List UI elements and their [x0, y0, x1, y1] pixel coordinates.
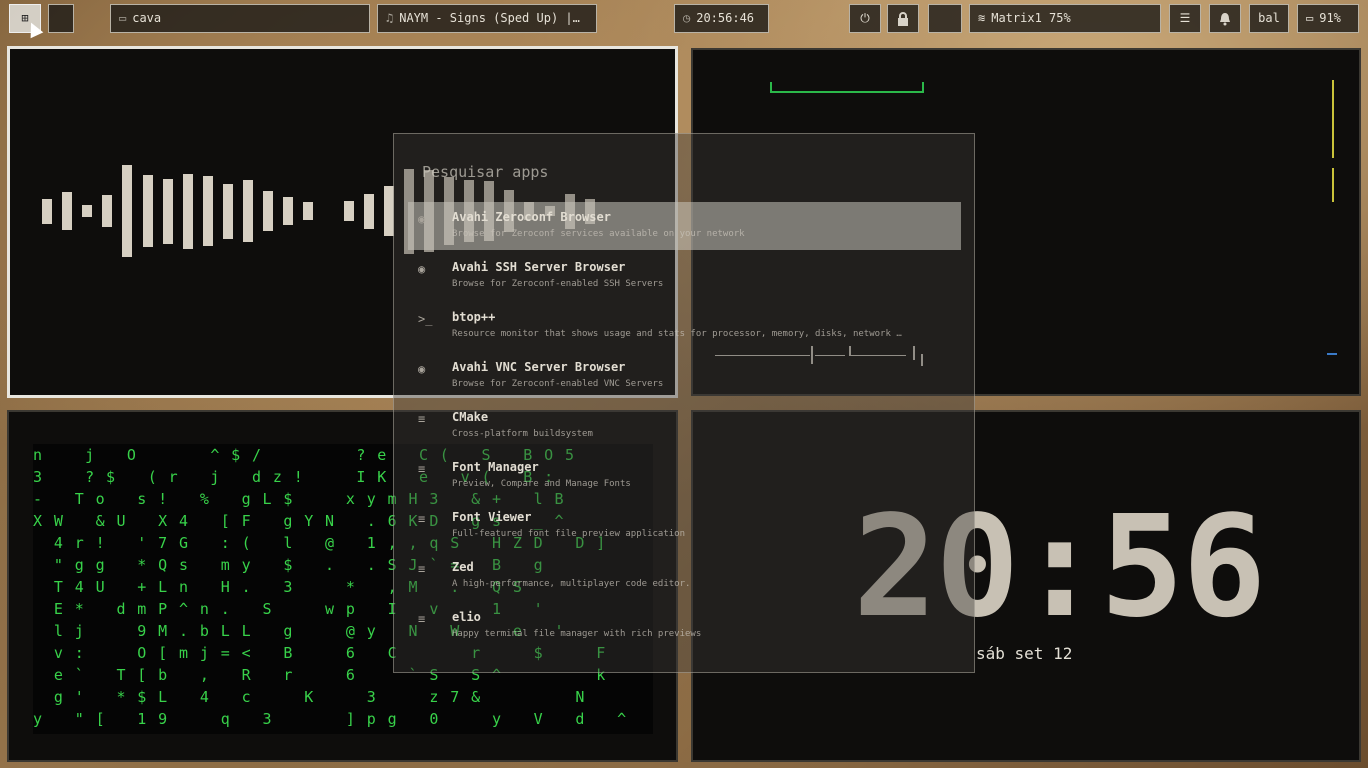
clock-module[interactable]: ◷ 20:56:46 [674, 4, 769, 33]
cava-bar [283, 197, 294, 225]
app-description: Browse for Zeroconf-enabled SSH Servers [452, 279, 664, 289]
battery-module[interactable]: ▭ 91% [1297, 4, 1359, 33]
notifications-button[interactable] [1209, 4, 1241, 33]
list-icon: ≡ [418, 612, 426, 626]
app-description: Browse for Zeroconf-enabled VNC Servers [452, 379, 664, 389]
app-item[interactable]: ◉ Avahi SSH Server Browser Browse for Zero… [408, 252, 961, 300]
cava-bar [42, 198, 52, 224]
list-icon: ≡ [418, 512, 426, 526]
terminal-icon: >_ [418, 312, 433, 326]
app-name: Avahi Zeroconf Browser [452, 210, 611, 224]
cava-bar [303, 202, 314, 220]
cava-bar [363, 193, 374, 229]
clock-icon: ◷ [683, 11, 691, 25]
window-title: ▭ cava [110, 4, 370, 33]
sliders-icon: ☰ [1179, 11, 1191, 25]
app-item[interactable]: ≡ Font Viewer Full-featured font file prev… [408, 502, 961, 550]
app-item[interactable]: ≡ elio Happy terminal file manager with ri… [408, 602, 961, 650]
cava-bar [182, 173, 193, 249]
globe-icon: ◉ [418, 212, 426, 226]
app-item[interactable]: >_ btop++ Resource monitor that shows usag… [408, 302, 961, 350]
cava-bar [263, 191, 274, 231]
music-note-icon: ♫ [386, 11, 394, 25]
cava-bar [142, 175, 153, 247]
cava-bar [222, 183, 233, 239]
matrix-row: g ' * $ L 4 c K 3 z 7 & N [33, 688, 586, 706]
list-icon: ≡ [418, 462, 426, 476]
app-name: btop++ [452, 310, 496, 324]
lock-button[interactable] [887, 4, 919, 33]
app-name: Font Manager [452, 460, 539, 474]
cava-bar [82, 205, 93, 217]
globe-icon: ◉ [418, 262, 426, 276]
app-description: A high-performance, multiplayer code edi… [452, 579, 691, 589]
cpu-box-corner [770, 82, 924, 93]
cava-bar [62, 192, 73, 230]
app-name: Zed [452, 560, 474, 574]
settings-button[interactable]: ☰ [1169, 4, 1201, 33]
app-description: Happy terminal file manager with rich pr… [452, 629, 702, 639]
app-name: Avahi SSH Server Browser [452, 260, 626, 274]
app-search-input[interactable] [420, 160, 944, 184]
wifi-icon: ≋ [978, 11, 986, 25]
clock-date: sáb set 12 [976, 644, 1073, 663]
power-icon: ⏻ [860, 11, 870, 25]
keyboard-layout[interactable]: bal [1249, 4, 1289, 33]
media-player[interactable]: ♫ NAYM - Signs (Sped Up) |… [377, 4, 597, 33]
disk-meter [1332, 168, 1334, 202]
cava-bar [162, 178, 173, 244]
top-bar: ⊞ ▭ cava ♫ NAYM - Signs (Sped Up) |… ◷ 20:5… [0, 4, 1368, 35]
mem-meter [1332, 80, 1334, 158]
app-item[interactable]: ≡ Font Manager Preview, Compare and Manage… [408, 452, 961, 500]
app-launcher[interactable]: ◉ Avahi Zeroconf Browser Browse for Zeroco… [393, 133, 975, 673]
workspace-2-button[interactable] [48, 4, 74, 33]
matrix-row: y " [ 1 9 q 3 ] p g 0 y V d ^ [33, 710, 628, 728]
battery-icon: ▭ [1306, 11, 1314, 25]
app-item[interactable]: ≡ Zed A high-performance, multiplayer code… [408, 552, 961, 600]
cava-bar [243, 180, 253, 242]
app-item[interactable]: ≡ CMake Cross-platform buildsystem [408, 402, 961, 450]
power-button[interactable]: ⏻ [849, 4, 881, 33]
lock-icon [898, 12, 908, 26]
bell-icon [1220, 13, 1230, 26]
app-item[interactable]: ◉ Avahi VNC Server Browser Browse for Zero… [408, 352, 961, 400]
app-name: Avahi VNC Server Browser [452, 360, 626, 374]
globe-icon: ◉ [418, 362, 426, 376]
cava-bar [343, 201, 354, 221]
cava-bar [102, 195, 113, 227]
app-name: Font Viewer [452, 510, 532, 524]
app-description: Cross-platform buildsystem [452, 429, 593, 439]
net-marker [1327, 353, 1337, 355]
app-description: Browse for Zeroconf services available o… [452, 229, 745, 239]
app-name: CMake [452, 410, 489, 424]
app-item[interactable]: ◉ Avahi Zeroconf Browser Browse for Zeroco… [408, 202, 961, 250]
cava-bar [122, 165, 133, 257]
list-icon: ≡ [418, 562, 426, 576]
app-description: Full-featured font file preview applicat… [452, 529, 685, 539]
app-description: Preview, Compare and Manage Fonts [452, 479, 631, 489]
cava-bar [202, 176, 213, 246]
window-icon: ▭ [119, 11, 127, 25]
app-name: elio [452, 610, 481, 624]
app-description: Resource monitor that shows usage and st… [452, 329, 902, 339]
wifi-module[interactable]: ≋ Matrix1 75% [969, 4, 1161, 33]
list-icon: ≡ [418, 412, 426, 426]
tray-slot[interactable] [928, 4, 962, 33]
